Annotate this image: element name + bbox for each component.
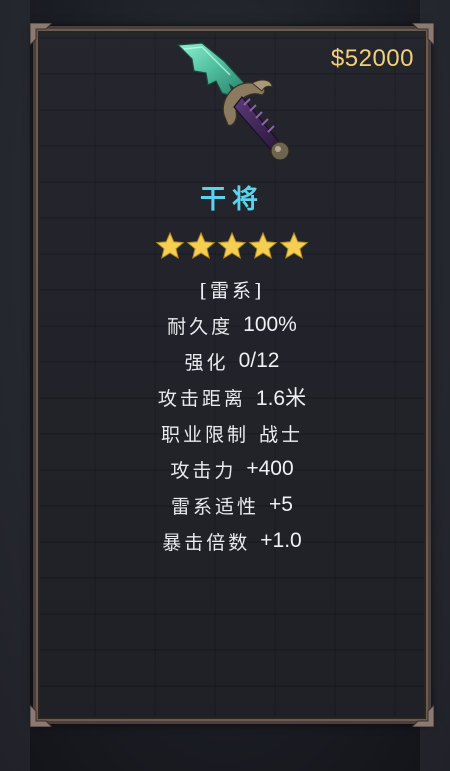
stat-row-crit-multiplier: 暴击倍数 +1.0	[36, 523, 428, 559]
stat-label: 攻击力	[170, 459, 237, 482]
stat-value: 1.6米	[255, 387, 307, 410]
game-screen: $52000 干将 [雷系] 耐久度 100% 强化 0/12 攻击距离 1.6…	[0, 0, 450, 771]
stat-label: 强化	[184, 351, 229, 374]
element-tag-row: [雷系]	[36, 271, 428, 307]
stat-row-class: 职业限制 战士	[36, 415, 428, 451]
stat-row-thunder-affinity: 雷系适性 +5	[36, 487, 428, 523]
dagger-icon	[172, 41, 307, 163]
stat-label: 雷系适性	[171, 495, 260, 518]
item-detail-panel: $52000 干将 [雷系] 耐久度 100% 强化 0/12 攻击距离 1.6…	[30, 23, 434, 727]
frame-corner-icon	[412, 23, 434, 45]
star-icon	[279, 231, 309, 261]
frame-corner-icon	[30, 23, 52, 45]
stat-value: 战士	[259, 423, 304, 446]
star-icon	[186, 231, 216, 261]
item-name: 干将	[199, 185, 264, 215]
stat-value: +5	[269, 493, 293, 516]
stat-value: +1.0	[260, 529, 302, 552]
stat-value: +400	[246, 457, 294, 480]
star-icon	[248, 231, 278, 261]
star-icon	[155, 231, 185, 261]
rarity-stars	[36, 231, 428, 261]
stat-label: 攻击距离	[157, 387, 246, 410]
star-icon	[217, 231, 247, 261]
stat-label: 职业限制	[160, 423, 249, 446]
stat-value: 100%	[243, 313, 297, 336]
stats-list: [雷系] 耐久度 100% 强化 0/12 攻击距离 1.6米 职业限制 战士 …	[36, 271, 428, 559]
stat-label: 耐久度	[167, 315, 234, 338]
item-price: $52000	[330, 45, 414, 72]
stat-label: 暴击倍数	[162, 531, 251, 554]
stat-row-enhance: 强化 0/12	[36, 343, 428, 379]
stat-row-attack: 攻击力 +400	[36, 451, 428, 487]
frame-corner-icon	[412, 705, 434, 727]
stat-row-durability: 耐久度 100%	[36, 307, 428, 343]
element-tag: [雷系]	[199, 279, 265, 302]
stat-row-range: 攻击距离 1.6米	[36, 379, 428, 415]
frame-corner-icon	[30, 705, 52, 727]
stat-value: 0/12	[238, 349, 280, 372]
